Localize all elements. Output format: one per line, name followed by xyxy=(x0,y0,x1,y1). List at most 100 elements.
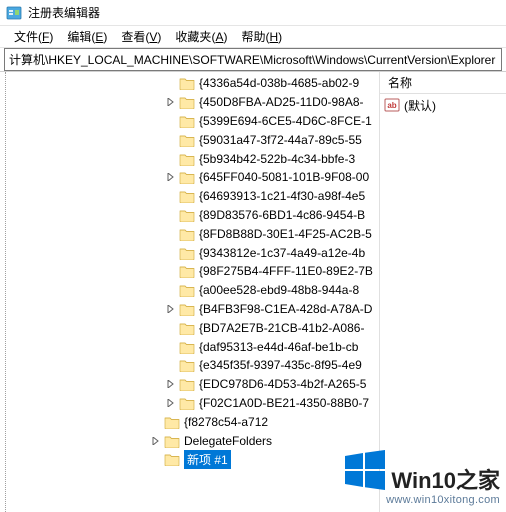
tree-item-label: {8FD8B88D-30E1-4F25-AC2B-5 xyxy=(199,227,372,241)
tree-item-label: {98F275B4-4FFF-11E0-89E2-7B xyxy=(199,264,373,278)
folder-icon xyxy=(179,114,195,128)
menu-favorites[interactable]: 收藏夹(A) xyxy=(169,26,233,47)
list-row[interactable]: ab (默认) xyxy=(384,96,502,114)
expander-placeholder xyxy=(165,322,177,334)
column-name: 名称 xyxy=(388,74,412,91)
tree-item[interactable]: {59031a47-3f72-44a7-89c5-55 xyxy=(10,130,379,149)
expander-placeholder xyxy=(165,341,177,353)
tree-item-label: {BD7A2E7B-21CB-41b2-A086- xyxy=(199,321,364,335)
folder-icon xyxy=(179,358,195,372)
tree-item-label: {9343812e-1c37-4a49-a12e-4b xyxy=(199,246,365,260)
list-column-header[interactable]: 名称 xyxy=(380,72,506,94)
tree-item[interactable]: {98F275B4-4FFF-11E0-89E2-7B xyxy=(10,262,379,281)
tree-item[interactable]: {89D83576-6BD1-4c86-9454-B xyxy=(10,206,379,225)
svg-text:ab: ab xyxy=(387,101,396,110)
titlebar: 注册表编辑器 xyxy=(0,0,506,26)
expander-placeholder xyxy=(165,247,177,259)
tree-item-label: {daf95313-e44d-46af-be1b-cb xyxy=(199,340,358,354)
expander-placeholder xyxy=(150,453,162,465)
chevron-right-icon[interactable] xyxy=(165,397,177,409)
tree-item[interactable]: {64693913-1c21-4f30-a98f-4e5 xyxy=(10,187,379,206)
menu-file[interactable]: 文件(F) xyxy=(8,26,59,47)
tree-item-label: {f8278c54-a712 xyxy=(184,415,268,429)
expander-placeholder xyxy=(165,265,177,277)
tree-item-label: {EDC978D6-4D53-4b2f-A265-5 xyxy=(199,377,366,391)
expander-placeholder xyxy=(165,359,177,371)
tree-scroll[interactable]: {4336a54d-038b-4685-ab02-9 {450D8FBA-AD25… xyxy=(0,72,379,512)
folder-icon xyxy=(179,340,195,354)
tree-item-label: {450D8FBA-AD25-11D0-98A8- xyxy=(199,95,364,109)
tree-item[interactable]: {645FF040-5081-101B-9F08-00 xyxy=(10,168,379,187)
folder-icon xyxy=(164,415,180,429)
folder-icon xyxy=(179,283,195,297)
menu-view[interactable]: 查看(V) xyxy=(115,26,167,47)
chevron-right-icon[interactable] xyxy=(165,171,177,183)
tree-item-label: {B4FB3F98-C1EA-428d-A78A-D xyxy=(199,302,372,316)
folder-icon xyxy=(179,396,195,410)
folder-icon xyxy=(179,302,195,316)
folder-icon xyxy=(179,133,195,147)
regedit-app-icon xyxy=(6,5,22,21)
tree-item[interactable]: {BD7A2E7B-21CB-41b2-A086- xyxy=(10,318,379,337)
tree-item-label: {59031a47-3f72-44a7-89c5-55 xyxy=(199,133,362,147)
menu-help[interactable]: 帮助(H) xyxy=(235,26,288,47)
folder-icon xyxy=(179,321,195,335)
folder-icon xyxy=(179,377,195,391)
folder-icon xyxy=(179,152,195,166)
expander-placeholder xyxy=(165,134,177,146)
string-value-icon: ab xyxy=(384,97,400,113)
expander-placeholder xyxy=(165,77,177,89)
expander-placeholder xyxy=(165,190,177,202)
tree-item[interactable]: {EDC978D6-4D53-4b2f-A265-5 xyxy=(10,375,379,394)
address-path-input[interactable]: 计算机\HKEY_LOCAL_MACHINE\SOFTWARE\Microsof… xyxy=(4,48,502,71)
chevron-right-icon[interactable] xyxy=(150,435,162,447)
folder-icon xyxy=(179,208,195,222)
value-list-panel: 名称 ab (默认) xyxy=(380,72,506,512)
folder-icon xyxy=(179,170,195,184)
expander-placeholder xyxy=(165,228,177,240)
tree-item[interactable]: {8FD8B88D-30E1-4F25-AC2B-5 xyxy=(10,224,379,243)
chevron-right-icon[interactable] xyxy=(165,96,177,108)
tree-item-label: {4336a54d-038b-4685-ab02-9 xyxy=(199,76,359,90)
tree-item-label: {a00ee528-ebd9-48b8-944a-8 xyxy=(199,283,359,297)
folder-icon xyxy=(179,246,195,260)
address-bar: 计算机\HKEY_LOCAL_MACHINE\SOFTWARE\Microsof… xyxy=(0,48,506,72)
expander-placeholder xyxy=(165,115,177,127)
tree-item[interactable]: {a00ee528-ebd9-48b8-944a-8 xyxy=(10,281,379,300)
folder-icon xyxy=(179,95,195,109)
expander-placeholder xyxy=(165,153,177,165)
tree-item[interactable]: {9343812e-1c37-4a49-a12e-4b xyxy=(10,243,379,262)
tree-item-label-editing[interactable]: 新项 #1 xyxy=(184,450,231,469)
tree-item[interactable]: {4336a54d-038b-4685-ab02-9 xyxy=(10,74,379,93)
value-name: (默认) xyxy=(404,97,436,114)
menu-edit[interactable]: 编辑(E) xyxy=(61,26,113,47)
tree-item[interactable]: {B4FB3F98-C1EA-428d-A78A-D xyxy=(10,300,379,319)
tree-item[interactable]: {F02C1A0D-BE21-4350-88B0-7 xyxy=(10,394,379,413)
folder-icon xyxy=(164,452,180,466)
folder-icon xyxy=(179,189,195,203)
menubar: 文件(F) 编辑(E) 查看(V) 收藏夹(A) 帮助(H) xyxy=(0,26,506,48)
tree-item[interactable]: DelegateFolders xyxy=(10,431,379,450)
chevron-right-icon[interactable] xyxy=(165,378,177,390)
expander-placeholder xyxy=(165,209,177,221)
tree-item-label: {64693913-1c21-4f30-a98f-4e5 xyxy=(199,189,365,203)
chevron-right-icon[interactable] xyxy=(165,303,177,315)
list-body: ab (默认) xyxy=(380,94,506,116)
content: {4336a54d-038b-4685-ab02-9 {450D8FBA-AD25… xyxy=(0,72,506,512)
tree-item[interactable]: {5399E694-6CE5-4D6C-8FCE-1 xyxy=(10,112,379,131)
tree-item[interactable]: {450D8FBA-AD25-11D0-98A8- xyxy=(10,93,379,112)
tree-item[interactable]: {e345f35f-9397-435c-8f95-4e9 xyxy=(10,356,379,375)
tree-item[interactable]: {daf95313-e44d-46af-be1b-cb xyxy=(10,337,379,356)
tree-panel: {4336a54d-038b-4685-ab02-9 {450D8FBA-AD25… xyxy=(0,72,380,512)
tree-item[interactable]: 新项 #1 xyxy=(10,450,379,469)
tree-item[interactable]: {5b934b42-522b-4c34-bbfe-3 xyxy=(10,149,379,168)
tree-item-label: {F02C1A0D-BE21-4350-88B0-7 xyxy=(199,396,369,410)
tree-item-label: {89D83576-6BD1-4c86-9454-B xyxy=(199,208,365,222)
expander-placeholder xyxy=(165,284,177,296)
tree-item-label: {645FF040-5081-101B-9F08-00 xyxy=(199,170,369,184)
expander-placeholder xyxy=(150,416,162,428)
tree-item[interactable]: {f8278c54-a712 xyxy=(10,412,379,431)
tree-item-label: {e345f35f-9397-435c-8f95-4e9 xyxy=(199,358,362,372)
tree-item-label: {5399E694-6CE5-4D6C-8FCE-1 xyxy=(199,114,372,128)
folder-icon xyxy=(179,264,195,278)
